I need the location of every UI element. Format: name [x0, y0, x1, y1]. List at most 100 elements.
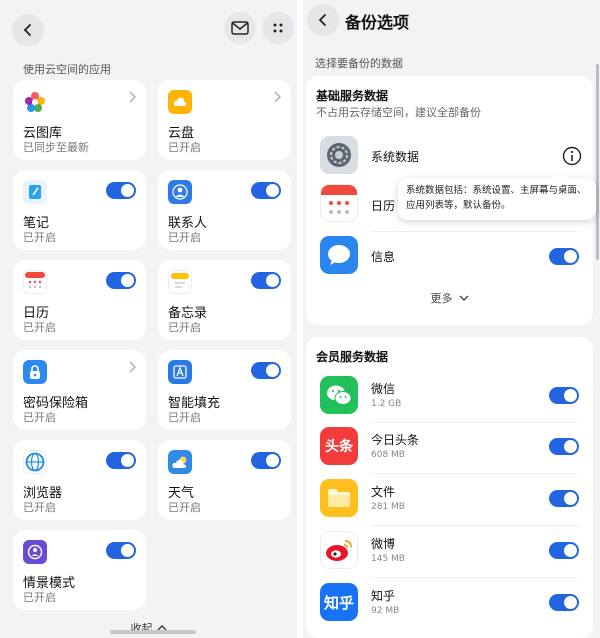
divider [371, 473, 579, 474]
contacts-icon [168, 180, 192, 204]
contacts-sync-toggle[interactable] [251, 182, 281, 199]
autofill-sync-toggle[interactable] [251, 362, 281, 379]
app-status: 已开启 [168, 501, 201, 514]
toutiao-icon: 头条 [320, 427, 358, 465]
more-button[interactable]: 更多 [306, 290, 593, 306]
app-status: 已同步至最新 [23, 141, 89, 154]
app-status: 已开启 [23, 411, 56, 424]
zhihu-glyph: 知乎 [323, 593, 354, 612]
back-button[interactable] [307, 4, 339, 36]
app-card-notes[interactable]: 笔记 已开启 [13, 170, 146, 250]
back-arrow-icon [23, 24, 31, 36]
zhihu-backup-toggle[interactable] [549, 594, 579, 611]
row-label: 信息 [371, 250, 396, 264]
divider [371, 577, 579, 578]
row-size: 92 MB [371, 606, 400, 616]
toutiao-backup-toggle[interactable] [549, 438, 579, 455]
divider [371, 422, 579, 423]
gallery-icon [23, 90, 47, 114]
card-subtitle: 不占用云存储空间，建议全部备份 [316, 106, 481, 119]
files-icon [320, 479, 358, 517]
notes-icon [23, 180, 47, 204]
browser-sync-toggle[interactable] [106, 452, 136, 469]
member-services-card: 会员服务数据 微信 1.2 GB 头条 今日头条 608 MB 文件 281 M… [306, 337, 593, 638]
app-status: 已开启 [23, 501, 56, 514]
home-indicator[interactable] [110, 630, 196, 634]
app-status: 已开启 [168, 321, 201, 334]
app-card-calendar[interactable]: 日历 已开启 [13, 260, 146, 340]
calendar-icon [320, 184, 358, 222]
back-button[interactable] [12, 14, 44, 46]
cloud-drive-icon [168, 90, 192, 114]
row-label: 微信 [371, 382, 396, 396]
back-arrow-icon [318, 14, 326, 26]
app-card-scene-mode[interactable]: 情景模式 已开启 [13, 530, 146, 610]
backup-options-panel: 备份选项 选择要备份的数据 基础服务数据 不占用云存储空间，建议全部备份 系统数… [303, 0, 600, 638]
app-card-browser[interactable]: 浏览器 已开启 [13, 440, 146, 520]
app-card-memo[interactable]: 备忘录 已开启 [158, 260, 291, 340]
section-label-backup: 选择要备份的数据 [315, 57, 403, 70]
tooltip-text: 系统数据包括：系统设置、主屏幕与桌面、应用列表等，默认备份。 [406, 185, 587, 211]
chevron-right-icon [129, 361, 136, 373]
weibo-icon [320, 531, 358, 569]
app-status: 已开启 [168, 231, 201, 244]
row-label: 知乎 [371, 589, 396, 603]
wechat-backup-toggle[interactable] [549, 387, 579, 404]
cloud-apps-panel: 使用云空间的应用 云图库 已同步至最新 云盘 已开启 笔记 已开启 联系人 已开… [0, 0, 297, 638]
autofill-icon [168, 360, 192, 384]
app-card-cloud-drive[interactable]: 云盘 已开启 [158, 80, 291, 160]
app-card-weather[interactable]: 天气 已开启 [158, 440, 291, 520]
app-card-password-vault[interactable]: 密码保险箱 已开启 [13, 350, 146, 430]
system-data-tooltip: 系统数据包括：系统设置、主屏幕与桌面、应用列表等，默认备份。 [398, 172, 596, 220]
scene-mode-icon [23, 540, 47, 564]
wechat-icon [320, 376, 358, 414]
scrollbar[interactable] [596, 64, 599, 260]
row-size: 608 MB [371, 450, 405, 460]
browser-icon [23, 450, 47, 474]
messages-icon [320, 236, 358, 274]
settings-gear-icon [320, 136, 358, 174]
chevron-right-icon [129, 91, 136, 103]
app-card-autofill[interactable]: 智能填充 已开启 [158, 350, 291, 430]
app-status: 已开启 [23, 231, 56, 244]
weather-icon [168, 450, 192, 474]
row-label: 文件 [371, 485, 396, 499]
row-size: 145 MB [371, 554, 405, 564]
more-options-button[interactable] [262, 12, 294, 44]
toutiao-glyph: 头条 [325, 439, 353, 455]
password-vault-icon [23, 360, 47, 384]
section-label-apps: 使用云空间的应用 [23, 63, 111, 76]
zhihu-icon: 知乎 [320, 583, 358, 621]
app-status: 已开启 [23, 591, 56, 604]
mail-button[interactable] [224, 12, 256, 44]
row-size: 1.2 GB [371, 399, 402, 409]
weather-sync-toggle[interactable] [251, 452, 281, 469]
divider [371, 525, 579, 526]
row-label: 系统数据 [371, 150, 420, 164]
info-icon[interactable] [562, 146, 582, 166]
page-title: 备份选项 [345, 13, 410, 32]
row-label: 今日头条 [371, 433, 420, 447]
row-label: 微博 [371, 537, 396, 551]
files-backup-toggle[interactable] [549, 490, 579, 507]
app-card-contacts[interactable]: 联系人 已开启 [158, 170, 291, 250]
row-label: 日历 [371, 199, 396, 213]
divider [371, 231, 579, 232]
mail-icon [231, 21, 249, 35]
weibo-backup-toggle[interactable] [549, 542, 579, 559]
card-title: 基础服务数据 [316, 89, 389, 103]
scene-mode-sync-toggle[interactable] [106, 542, 136, 559]
card-title: 会员服务数据 [316, 350, 389, 364]
messages-backup-toggle[interactable] [549, 248, 579, 265]
more-dots-icon [273, 23, 283, 33]
app-card-gallery[interactable]: 云图库 已同步至最新 [13, 80, 146, 160]
more-label: 更多 [430, 292, 453, 305]
app-status: 已开启 [168, 141, 201, 154]
notes-sync-toggle[interactable] [106, 182, 136, 199]
calendar-icon [23, 270, 47, 294]
calendar-sync-toggle[interactable] [106, 272, 136, 289]
app-status: 已开启 [23, 321, 56, 334]
memo-sync-toggle[interactable] [251, 272, 281, 289]
app-status: 已开启 [168, 411, 201, 424]
collapse-button[interactable]: 收起 [0, 618, 297, 638]
